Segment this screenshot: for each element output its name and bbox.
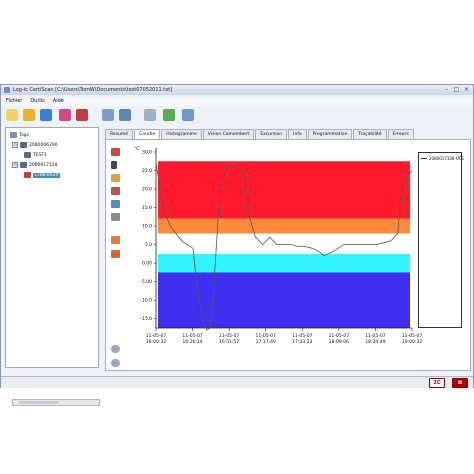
- tree-item-2080006290[interactable]: ⊟ 2080006290: [12, 142, 58, 148]
- alarm-band-1: [158, 218, 410, 234]
- y-tick-label: -5.00: [140, 279, 152, 285]
- x-tick-label: 11-05-07: [255, 333, 276, 339]
- status-button-right[interactable]: ⊠: [452, 378, 468, 388]
- y-tick-label: 15.0: [142, 205, 152, 211]
- alarm-band-0: [158, 161, 410, 219]
- collapse-toggle-icon[interactable]: ⊟: [12, 162, 18, 168]
- tree-item-label: 2080017128: [29, 162, 58, 168]
- status-bar: 2C ⊠: [1, 376, 473, 388]
- tree-item-label: LT08.0424: [33, 172, 61, 178]
- y-tick-label: -15.0: [140, 316, 152, 322]
- y-axis-label: °C: [134, 146, 139, 152]
- folder-icon: [10, 132, 17, 138]
- window-controls: – □ ×: [443, 86, 470, 93]
- tree-item-selected[interactable]: LT08.0424: [24, 172, 61, 178]
- x-tick-label: 11-05-07: [182, 333, 203, 339]
- new-icon[interactable]: [6, 109, 18, 121]
- window-title: Log-ic CertiScan [C:\Users\TomW\Document…: [13, 87, 173, 93]
- tree-item-test1[interactable]: TEST1: [24, 152, 47, 158]
- y-tick-label: 20.0: [142, 187, 152, 193]
- save-icon[interactable]: [40, 109, 52, 121]
- sensor-icon: [24, 152, 31, 158]
- view-tabs: Resumé Courbe Histogramme Vision Camembert E…: [105, 129, 415, 140]
- legend-label: 2080017128-UC1: [429, 156, 465, 161]
- x-tick-label: 11-05-07: [146, 333, 167, 339]
- read-tag-icon[interactable]: [76, 109, 88, 121]
- x-tick-label: 11-05-07: [365, 333, 386, 339]
- tree-item-label: 2080006290: [29, 142, 58, 148]
- minimize-button[interactable]: –: [443, 86, 450, 93]
- toolbar: [1, 106, 473, 124]
- y-tick-label: 10.0: [142, 224, 152, 230]
- x-tick-label: 11-05-07: [219, 333, 240, 339]
- close-button[interactable]: ×: [463, 86, 470, 93]
- maximize-button[interactable]: □: [453, 86, 460, 93]
- tree-item-label: TEST1: [33, 152, 48, 158]
- x-tick-label: 11-05-07: [329, 333, 350, 339]
- title-bar: Log-ic CertiScan [C:\Users\TomW\Document…: [1, 85, 473, 95]
- check-icon[interactable]: [163, 109, 175, 121]
- legend-swatch: [421, 158, 427, 159]
- menu-bar: Fichier Outils Aide: [1, 97, 473, 106]
- menu-aide[interactable]: Aide: [53, 97, 64, 106]
- status-button-left[interactable]: 2C: [429, 378, 445, 388]
- alarm-band-2: [158, 233, 410, 254]
- alarm-band-4: [158, 272, 410, 328]
- x-tick-label: 18:09:06: [329, 339, 349, 345]
- legend-entry: 2080017128-UC1: [421, 156, 464, 161]
- tree-root[interactable]: Tags: [10, 132, 29, 138]
- temperature-chart: °C30.0 25.0 20.0 15.0 10.0 5.0 0.00 -5.00 -10.0 -…: [134, 146, 423, 345]
- tag-icon: [20, 162, 27, 168]
- zoom-icon[interactable]: [119, 109, 131, 121]
- y-tick-label: 25.0: [142, 168, 152, 174]
- x-tick-label: 16:26:14: [182, 339, 202, 345]
- tree-root-label: Tags: [19, 132, 29, 138]
- scrollbar-thumb[interactable]: [19, 401, 59, 404]
- x-tick-label: 16:00:32: [146, 339, 166, 345]
- collapse-toggle-icon[interactable]: ⊟: [12, 142, 18, 148]
- sensor-icon: [24, 172, 31, 178]
- y-tick-label: 5.0: [145, 242, 152, 248]
- open-icon[interactable]: [23, 109, 35, 121]
- x-tick-label: 11-05-07: [402, 333, 423, 339]
- tag-icon: [20, 142, 27, 148]
- menu-fichier[interactable]: Fichier: [6, 97, 22, 106]
- alarm-band-3: [158, 253, 410, 273]
- x-tick-label: 16:51:57: [219, 339, 239, 345]
- tree-item-2080017128[interactable]: ⊟ 2080017128: [12, 162, 58, 168]
- search-icon[interactable]: [102, 109, 114, 121]
- chart-panel: °C 30.0 25.0 20.0 15.0 10.0 5.0 0.00 -5.00 -10.0 -…: [105, 139, 471, 371]
- menu-outils[interactable]: Outils: [30, 97, 44, 106]
- print-icon[interactable]: [59, 109, 71, 121]
- x-tick-label: 17:17:40: [256, 339, 276, 345]
- app-window: Log-ic CertiScan [C:\Users\TomW\Document…: [0, 84, 474, 406]
- x-tick-label: 18:34:49: [365, 339, 385, 345]
- y-tick-label: 0.00: [142, 261, 152, 267]
- settings-icon[interactable]: [182, 109, 194, 121]
- edit-icon[interactable]: [144, 109, 156, 121]
- x-tick-label: 17:43:23: [292, 339, 312, 345]
- x-tick-label: 11-05-07: [292, 333, 313, 339]
- horizontal-scrollbar[interactable]: [12, 399, 100, 406]
- app-icon: [4, 87, 10, 93]
- tag-tree-panel: Tags ⊟ 2080006290 TEST1 ⊟ 2080017128 LT0…: [5, 127, 100, 406]
- legend: 2080017128-UC1: [418, 152, 464, 328]
- x-tick-label: 19:00:32: [402, 339, 422, 345]
- y-tick-label: 30.0: [142, 150, 152, 156]
- y-tick-label: -10.0: [140, 298, 152, 304]
